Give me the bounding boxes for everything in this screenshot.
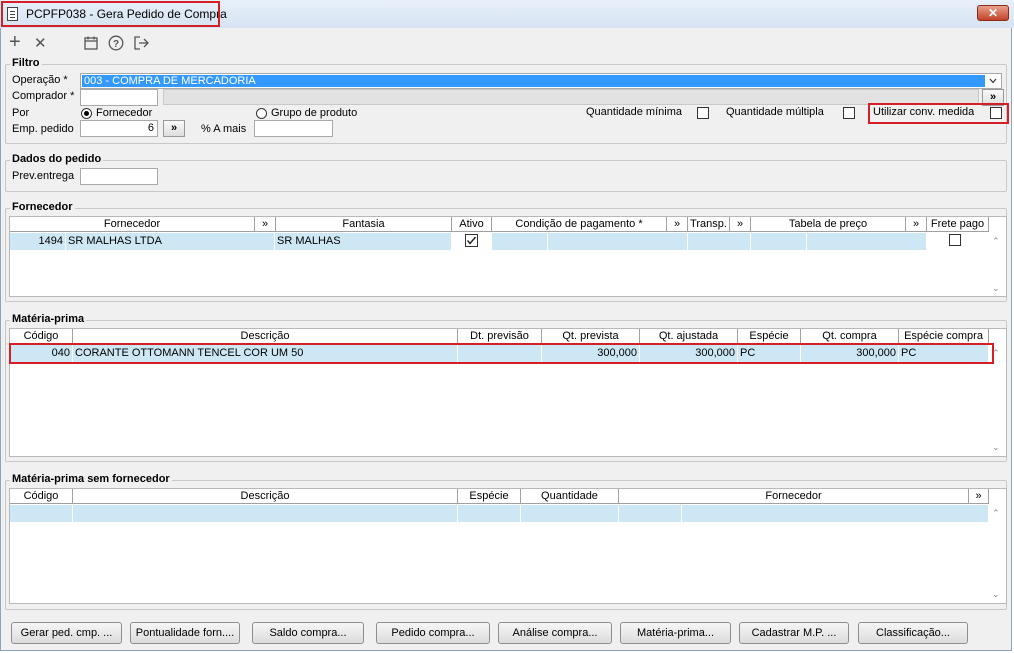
close-button[interactable]: ✕ [977,5,1009,21]
title-highlight [1,1,220,27]
tabela-desc-cell[interactable] [807,233,927,250]
fornecedor-fantasia-cell[interactable]: SR MALHAS [275,233,452,250]
col-header-ativo[interactable]: Ativo [452,217,492,232]
conv-medida-checkbox[interactable] [990,107,1002,119]
dados-legend: Dados do pedido [10,153,104,165]
por-label: Por [12,107,30,119]
emp-pedido-label: Emp. pedido [12,123,74,135]
comprador-input[interactable] [80,89,158,106]
col-header-fornecedor[interactable]: Fornecedor [10,217,255,232]
col-header-especie[interactable]: Espécie [738,329,801,344]
col-header-dt-previsao[interactable]: Dt. previsão [458,329,542,344]
col-header-quantidade[interactable]: Quantidade [521,489,619,504]
transp-cell[interactable] [688,233,751,250]
cadastrar-mp-button[interactable]: Cadastrar M.P. ... [739,622,849,644]
chevron-down-icon[interactable] [987,75,999,90]
col-header-qt-ajustada[interactable]: Qt. ajustada [640,329,738,344]
fornecedor-expand-button[interactable]: » [255,217,276,232]
scroll-down-icon[interactable]: ⌄ [992,589,1000,600]
condicao-codigo-cell[interactable] [492,233,548,250]
col-header-frete[interactable]: Frete pago [927,217,989,232]
help-icon[interactable]: ? [108,35,124,54]
materia-legend: Matéria-prima [10,313,87,325]
col-header-qt-compra[interactable]: Qt. compra [801,329,899,344]
col-header-condicao[interactable]: Condição de pagamento * [492,217,667,232]
amais-label: % A mais [201,123,247,135]
fornecedor-legend: Fornecedor [10,201,75,213]
fornecedor-nome-cell[interactable]: SR MALHAS LTDA [66,233,275,250]
operacao-select[interactable]: 003 - COMPRA DE MERCADORIA [80,73,1002,89]
materia-row-highlight [9,343,994,364]
scroll-up-icon[interactable]: ⌃ [992,508,1000,519]
col-header-fornecedor[interactable]: Fornecedor [619,489,969,504]
amais-input[interactable] [254,120,333,137]
qtd-minima-label: Quantidade mínima [586,106,682,118]
prev-entrega-input[interactable] [80,168,158,185]
col-header-transp[interactable]: Transp. [688,217,730,232]
scroll-down-icon[interactable]: ⌄ [992,442,1000,453]
semforn-codigo-cell[interactable] [10,505,73,522]
fornecedor-codigo-cell[interactable]: 1494 [10,233,66,250]
emp-pedido-input[interactable]: 6 [80,120,158,137]
tabela-expand-button[interactable]: » [906,217,927,232]
semforn-forn-nome-cell[interactable] [682,505,989,522]
analise-compra-button[interactable]: Análise compra... [498,622,612,644]
pontualidade-button[interactable]: Pontualidade forn.... [130,622,240,644]
col-header-descricao[interactable]: Descrição [73,489,458,504]
ativo-checkbox[interactable] [465,234,478,250]
gerar-pedido-button[interactable]: Gerar ped. cmp. ... [11,622,122,644]
calendar-icon[interactable] [84,36,98,53]
condicao-desc-cell[interactable] [548,233,688,250]
scroll-down-icon[interactable]: ⌄ [992,283,1000,294]
tabela-codigo-cell[interactable] [751,233,807,250]
qtd-multipla-label: Quantidade múltipla [726,106,824,118]
exit-icon[interactable] [133,35,149,54]
condicao-expand-button[interactable]: » [667,217,688,232]
semforn-especie-cell[interactable] [458,505,521,522]
conv-medida-label: Utilizar conv. medida [873,106,975,118]
prev-entrega-label: Prev.entrega [12,170,75,182]
qtd-minima-checkbox[interactable] [697,107,709,119]
semforn-expand-button[interactable]: » [969,489,989,504]
radio-grupo-label: Grupo de produto [271,107,358,119]
pedido-compra-button[interactable]: Pedido compra... [376,622,490,644]
svg-text:?: ? [113,39,119,50]
col-header-tabela[interactable]: Tabela de preço [751,217,906,232]
semforn-legend: Matéria-prima sem fornecedor [10,473,172,485]
radio-fornecedor-label: Fornecedor [96,107,153,119]
scroll-up-icon[interactable]: ⌃ [992,348,1000,359]
radio-grupo-produto[interactable] [256,108,267,119]
semforn-quantidade-cell[interactable] [521,505,619,522]
col-header-qt-prevista[interactable]: Qt. prevista [542,329,640,344]
col-header-especie[interactable]: Espécie [458,489,521,504]
classificacao-button[interactable]: Classificação... [858,622,968,644]
comprador-label: Comprador * [12,90,75,102]
scroll-up-icon[interactable]: ⌃ [992,236,1000,247]
operacao-label: Operação * [12,74,68,86]
emp-pedido-search-button[interactable]: » [163,120,185,137]
add-icon[interactable]: + [9,31,21,54]
materia-prima-button[interactable]: Matéria-prima... [620,622,731,644]
filtro-legend: Filtro [10,57,42,69]
semforn-forn-codigo-cell[interactable] [619,505,682,522]
comprador-name-field [163,89,979,105]
col-header-codigo[interactable]: Código [10,489,73,504]
operacao-value: 003 - COMPRA DE MERCADORIA [82,75,985,87]
col-header-especie-compra[interactable]: Espécie compra [899,329,989,344]
col-header-fantasia[interactable]: Fantasia [276,217,452,232]
delete-icon[interactable]: ✕ [34,34,47,52]
col-header-codigo[interactable]: Código [10,329,73,344]
radio-fornecedor[interactable] [81,108,92,119]
qtd-multipla-checkbox[interactable] [843,107,855,119]
frete-pago-checkbox[interactable] [949,234,961,246]
saldo-compra-button[interactable]: Saldo compra... [252,622,364,644]
transp-expand-button[interactable]: » [730,217,751,232]
semforn-descricao-cell[interactable] [73,505,458,522]
col-header-descricao[interactable]: Descrição [73,329,458,344]
